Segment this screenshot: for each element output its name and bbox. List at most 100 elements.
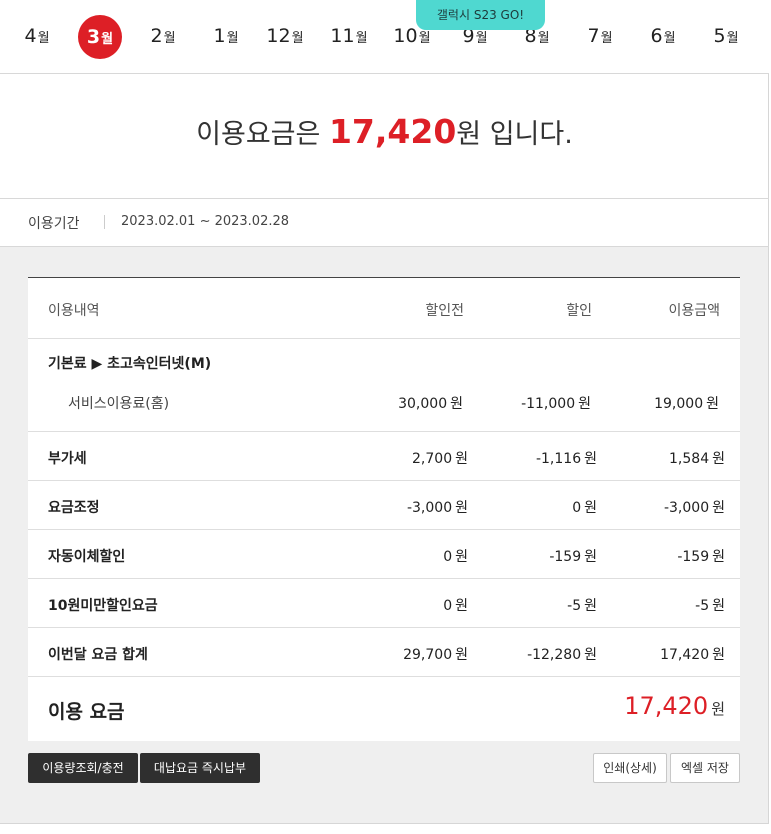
table-row: 부가세 2,700 원 -1,116 원 1,584 원 bbox=[28, 432, 740, 481]
value: 17,420 bbox=[660, 647, 710, 663]
value: 2,700 bbox=[412, 451, 453, 467]
unit: 원 bbox=[584, 451, 597, 467]
unit: 원 bbox=[455, 647, 468, 663]
cell-discount: -1,116 원 bbox=[536, 448, 597, 468]
value: -159 bbox=[549, 549, 582, 565]
tab-month-6[interactable]: 6월 bbox=[640, 15, 686, 57]
unit: 원 bbox=[711, 700, 725, 718]
month-unit: 월 bbox=[163, 31, 176, 46]
tab-month-2[interactable]: 2월 bbox=[140, 15, 186, 57]
usage-period: 이용기간 2023.02.01 ~ 2023.02.28 bbox=[0, 199, 769, 247]
unit: 원 bbox=[712, 500, 725, 516]
cell-amount: 1,584 원 bbox=[669, 448, 725, 468]
cell-amount: -159 원 bbox=[677, 546, 725, 566]
month-number: 11 bbox=[330, 25, 355, 47]
month-tabs: 4월 3월 2월 1월 12월 11월 10월 9월 8월 7월 6월 5월 bbox=[0, 0, 769, 74]
period-label: 이용기간 bbox=[28, 216, 80, 232]
value: -3,000 bbox=[663, 500, 710, 516]
row-name: 서비스이용료(홈) bbox=[68, 396, 170, 412]
unit: 원 bbox=[455, 500, 468, 516]
unit: 원 bbox=[584, 500, 597, 516]
tab-month-1[interactable]: 1월 bbox=[203, 15, 249, 57]
value: -1,116 bbox=[535, 451, 582, 467]
month-unit: 월 bbox=[475, 31, 488, 46]
month-unit: 월 bbox=[537, 31, 550, 46]
value: -12,280 bbox=[527, 647, 582, 663]
value: 19,000 bbox=[654, 396, 704, 412]
unit: 원 bbox=[584, 598, 597, 614]
cell-discount: -159 원 bbox=[549, 546, 597, 566]
month-unit: 월 bbox=[101, 32, 114, 47]
bill-detail-area: 이용내역 할인전 할인 이용금액 기본료 ▶ 초고속인터넷(M) 서비스이용료(… bbox=[0, 247, 768, 823]
table-row-subtotal: 이번달 요금 합계 29,700 원 -12,280 원 17,420 원 bbox=[28, 628, 740, 677]
cell-before: -3,000 원 bbox=[407, 497, 468, 517]
cell-discount: -11,000 원 bbox=[521, 393, 591, 413]
month-number: 10 bbox=[393, 25, 418, 47]
cell-amount: 17,420 원 bbox=[660, 644, 725, 664]
cell-discount: -12,280 원 bbox=[527, 644, 597, 664]
unit: 원 bbox=[584, 647, 597, 663]
value: -11,000 bbox=[521, 396, 576, 412]
tab-month-12[interactable]: 12월 bbox=[262, 15, 308, 57]
table-row: 10원미만할인요금 0원 -5 원 -5 원 bbox=[28, 579, 740, 628]
table-row-group: 기본료 ▶ 초고속인터넷(M) 서비스이용료(홈) 30,000 원 -11,00… bbox=[28, 339, 740, 432]
tab-month-7[interactable]: 7월 bbox=[577, 15, 623, 57]
print-detail-button[interactable]: 인쇄(상세) bbox=[593, 753, 667, 783]
unit: 원 bbox=[712, 647, 725, 663]
tab-month-11[interactable]: 11월 bbox=[326, 15, 372, 57]
unit: 원 bbox=[578, 396, 591, 412]
summary-suffix: 원 입니다. bbox=[456, 119, 573, 150]
cell-before: 30,000 원 bbox=[398, 393, 463, 413]
usage-charge-button[interactable]: 이용량조회/충전 bbox=[28, 753, 138, 783]
month-unit: 월 bbox=[355, 31, 368, 46]
row-name: 요금조정 bbox=[48, 500, 100, 516]
table-row: 요금조정 -3,000 원 0원 -3,000 원 bbox=[28, 481, 740, 530]
instant-pay-button[interactable]: 대납요금 즉시납부 bbox=[140, 753, 260, 783]
row-name: 이번달 요금 합계 bbox=[48, 647, 148, 663]
cell-before: 0원 bbox=[443, 595, 468, 615]
promo-banner[interactable]: 갤럭시 S23 GO! bbox=[416, 0, 545, 30]
cell-before: 2,700 원 bbox=[412, 448, 468, 468]
month-number: 7 bbox=[587, 25, 600, 47]
header-amount: 이용금액 bbox=[668, 303, 720, 319]
table-row: 자동이체할인 0원 -159 원 -159 원 bbox=[28, 530, 740, 579]
unit: 원 bbox=[455, 549, 468, 565]
month-unit: 월 bbox=[418, 31, 431, 46]
header-discount: 할인 bbox=[566, 303, 592, 319]
month-unit: 월 bbox=[37, 31, 50, 46]
header-item: 이용내역 bbox=[48, 303, 100, 319]
summary-line: 이용요금은 17,420원 입니다. bbox=[0, 112, 769, 151]
row-name: 부가세 bbox=[48, 451, 87, 467]
summary-amount: 17,420 bbox=[328, 112, 457, 151]
group-title: 기본료 ▶ 초고속인터넷(M) bbox=[48, 356, 212, 372]
excel-save-button[interactable]: 엑셀 저장 bbox=[670, 753, 740, 783]
tab-month-5[interactable]: 5월 bbox=[703, 15, 749, 57]
total-label: 이용 요금 bbox=[48, 701, 125, 723]
table-header: 이용내역 할인전 할인 이용금액 bbox=[28, 278, 740, 339]
month-unit: 월 bbox=[600, 31, 613, 46]
value: 30,000 bbox=[398, 396, 448, 412]
value: -5 bbox=[567, 598, 582, 614]
bill-page: 4월 3월 2월 1월 12월 11월 10월 9월 8월 7월 6월 5월 갤… bbox=[0, 0, 769, 824]
month-number: 4 bbox=[24, 25, 37, 47]
divider bbox=[104, 215, 105, 229]
cell-before: 0원 bbox=[443, 546, 468, 566]
total-amount: 17,420 원 bbox=[624, 692, 725, 720]
unit: 원 bbox=[706, 396, 719, 412]
cell-amount: -3,000 원 bbox=[664, 497, 725, 517]
unit: 원 bbox=[712, 598, 725, 614]
month-unit: 월 bbox=[663, 31, 676, 46]
tab-month-4[interactable]: 4월 bbox=[14, 15, 60, 57]
row-name: 자동이체할인 bbox=[48, 549, 126, 565]
value: 0 bbox=[572, 500, 582, 516]
month-number: 1 bbox=[213, 25, 226, 47]
tab-month-3[interactable]: 3월 bbox=[78, 15, 122, 59]
month-unit: 월 bbox=[726, 31, 739, 46]
value: -159 bbox=[677, 549, 710, 565]
value: -5 bbox=[695, 598, 710, 614]
unit: 원 bbox=[450, 396, 463, 412]
bill-summary: 이용요금은 17,420원 입니다. bbox=[0, 74, 769, 199]
month-number: 6 bbox=[650, 25, 663, 47]
value: -3,000 bbox=[406, 500, 453, 516]
value: 29,700 bbox=[403, 647, 453, 663]
